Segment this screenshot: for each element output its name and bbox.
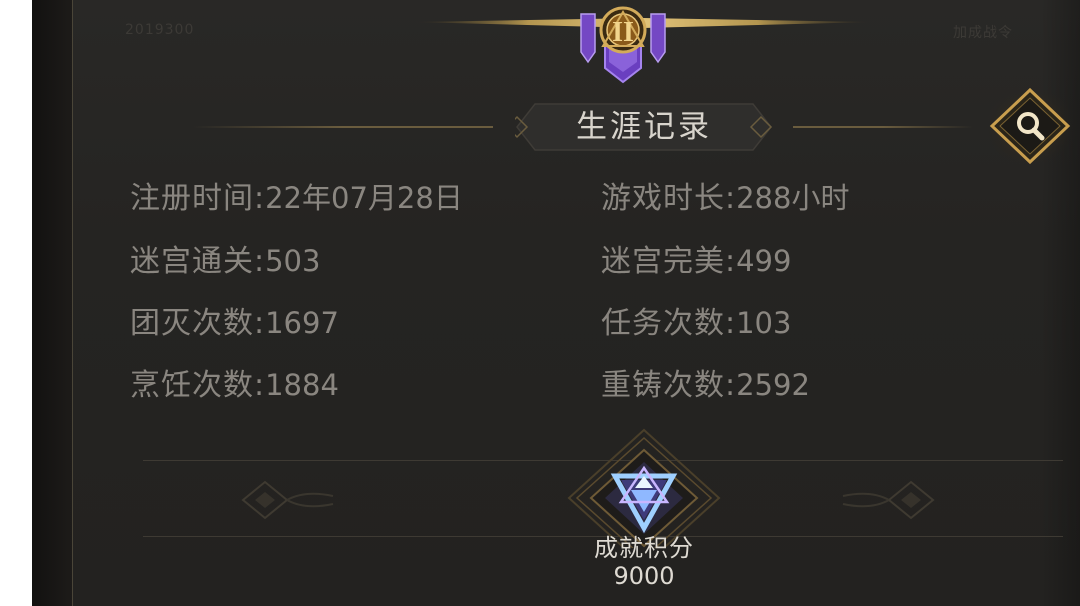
header-line-right (793, 126, 973, 128)
rank-numeral: II (612, 17, 634, 48)
achievement-label: 成就积分 (594, 534, 694, 562)
stat-label: 烹饪次数: (130, 368, 266, 403)
ornament-right (842, 480, 935, 520)
stat-quest-count: 任务次数:103 (601, 303, 791, 343)
background-left-strip (32, 0, 72, 606)
stat-label: 游戏时长: (601, 181, 737, 216)
achievement-value: 9000 (613, 562, 675, 590)
stat-value: 503 (265, 244, 321, 278)
stat-value: 2592 (736, 368, 810, 402)
game-scene: 2019300 加成战令 II 生涯记录 注册时间:22年07月28日 迷宫通关… (32, 0, 1080, 606)
stat-maze-perfect: 迷宫完美:499 (601, 241, 791, 281)
stat-maze-cleared: 迷宫通关:503 (130, 241, 320, 281)
header-line-left (193, 126, 493, 128)
faint-top-right-text: 加成战令 (953, 25, 1013, 41)
career-panel: 2019300 加成战令 II 生涯记录 注册时间:22年07月28日 迷宫通关… (72, 0, 1080, 606)
stat-register-time: 注册时间:22年07月28日 (130, 178, 463, 218)
stat-value: 103 (736, 306, 792, 340)
stat-team-wipes: 团灭次数:1697 (130, 303, 339, 343)
stat-reforge-count: 重铸次数:2592 (601, 365, 810, 405)
achievement-emblem-icon (567, 428, 721, 548)
stat-value: 22年07月28日 (265, 181, 463, 215)
faint-top-left-text: 2019300 (125, 22, 195, 38)
stat-value: 499 (736, 244, 792, 278)
stat-label: 注册时间: (130, 181, 266, 216)
stat-label: 任务次数: (601, 306, 737, 341)
stat-play-time: 游戏时长:288小时 (601, 178, 849, 218)
stat-cooking-count: 烹饪次数:1884 (130, 365, 339, 405)
stat-value: 1697 (265, 306, 339, 340)
stat-label: 团灭次数: (130, 306, 266, 341)
panel-title: 生涯记录 (576, 109, 712, 145)
rank-emblem-icon: II (580, 6, 666, 84)
stat-label: 重铸次数: (601, 368, 737, 403)
stat-label: 迷宫完美: (601, 244, 737, 279)
stat-value: 1884 (265, 368, 339, 402)
stat-label: 迷宫通关: (130, 244, 266, 279)
stat-value: 288小时 (736, 181, 850, 215)
ornament-left (241, 480, 334, 520)
search-button[interactable] (985, 84, 1075, 168)
